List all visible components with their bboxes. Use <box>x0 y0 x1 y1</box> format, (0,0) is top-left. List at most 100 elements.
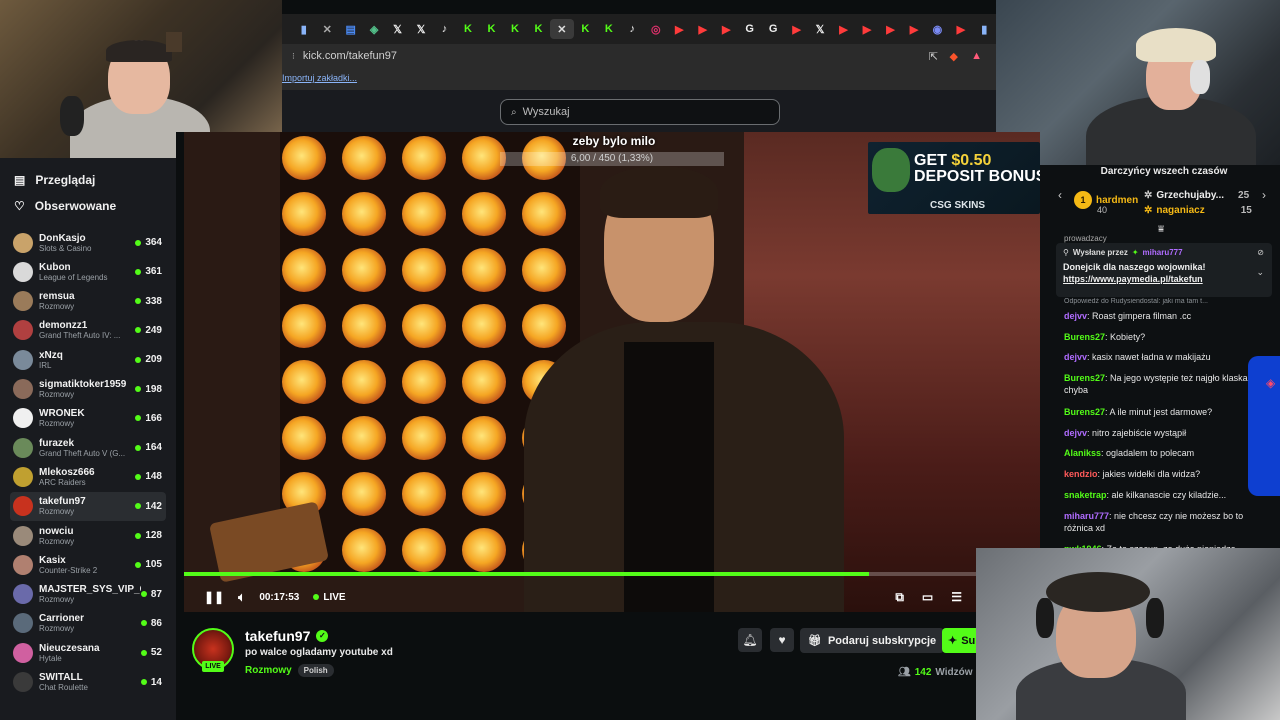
speaker-hair <box>600 166 718 218</box>
tab-active-close-icon[interactable]: ✕ <box>550 19 574 39</box>
leaderboard-title: Darczyńcy wszech czasów <box>1100 166 1228 177</box>
follow-button[interactable]: ♥ <box>770 628 794 652</box>
tab-favicon-youtube-5[interactable]: ▶ <box>832 19 855 39</box>
leaderboard-prev-icon[interactable]: ‹ <box>1058 188 1062 202</box>
tab-favicon-discord[interactable]: ◉ <box>926 19 949 39</box>
tab-favicon-youtube-4[interactable]: ▶ <box>785 19 808 39</box>
chat-username[interactable]: miharu777 <box>1064 511 1109 521</box>
tab-favicon-x-1[interactable]: 𝕏 <box>386 19 409 39</box>
video-player[interactable]: zeby bylo milo 6,00 / 450 (1,33%) GET $0… <box>184 132 1040 612</box>
pinned-link[interactable]: https://www.paymedia.pl/takefun <box>1063 274 1265 284</box>
settings-icon[interactable]: ☰ <box>951 590 962 605</box>
tab-favicon-1[interactable]: ▮ <box>292 19 315 39</box>
sidebar-channel-nieuczesana[interactable]: Nieuczesana Hytale 52 <box>10 638 166 667</box>
brave-shield-icon[interactable]: ◆ <box>950 50 958 63</box>
sidebar-channel-nowciu[interactable]: nowciu Rozmowy 128 <box>10 521 166 550</box>
leaderboard-collapse-icon[interactable]: ⩸ <box>1158 224 1164 235</box>
side-popup[interactable]: ◈ <box>1248 356 1280 496</box>
gift-subs-button[interactable]: 🎁︎ Podaruj subskrypcje <box>800 628 945 653</box>
tab-favicon-4[interactable]: ◈ <box>362 19 385 39</box>
tab-favicon-youtube-7[interactable]: ▶ <box>879 19 902 39</box>
tab-favicon-kick-6[interactable]: K <box>597 19 620 39</box>
tab-favicon-google-1[interactable]: G <box>738 19 761 39</box>
pinned-sender[interactable]: miharu777 <box>1143 248 1183 257</box>
chat-username[interactable]: kendzio <box>1064 469 1098 479</box>
sidebar-channel-kubon[interactable]: Kubon League of Legends 361 <box>10 257 166 286</box>
tab-favicon-kick-5[interactable]: K <box>574 19 597 39</box>
tab-favicon-2[interactable]: ✕ <box>315 19 338 39</box>
streamer-name-row: takefun97 ✓ <box>245 628 329 644</box>
pip-icon[interactable]: ⧉ <box>895 590 904 605</box>
tab-favicon-instagram[interactable]: ◎ <box>644 19 667 39</box>
tab-favicon-3[interactable]: ▤ <box>339 19 362 39</box>
subscribe-button[interactable]: ✦ Su <box>942 628 976 653</box>
heart-filled-icon: ♥ <box>778 633 786 647</box>
sidebar-channel-donkasjo[interactable]: DonKasjo Slots & Casino 364 <box>10 228 166 257</box>
chat-username[interactable]: dejvv <box>1064 428 1087 438</box>
search-input[interactable]: ⌕ Wyszukaj <box>500 99 780 125</box>
streamer-name[interactable]: takefun97 <box>245 628 310 644</box>
language-tag[interactable]: Polish <box>297 664 334 677</box>
stream-category[interactable]: Rozmowy <box>245 665 292 676</box>
site-info-icon[interactable]: ⁝ <box>292 51 295 62</box>
channel-avatar <box>13 525 33 546</box>
tab-favicon-kick-1[interactable]: K <box>456 19 479 39</box>
sidebar-channel-remsua[interactable]: remsua Rozmowy 338 <box>10 287 166 316</box>
leaderboard-next-icon[interactable]: › <box>1262 188 1266 202</box>
sidebar-channel-majster_sys_vip_c[interactable]: MAJSTER_SYS_VIP_C Rozmowy 87 <box>10 580 166 609</box>
tab-favicon-last[interactable]: ▮ <box>973 19 996 39</box>
sidebar-channel-takefun97[interactable]: takefun97 Rozmowy 142 <box>10 491 166 521</box>
chat-username[interactable]: Burens27 <box>1064 332 1105 342</box>
expand-chevron-icon[interactable]: ⌄ <box>1256 267 1264 278</box>
pause-icon[interactable]: ❚❚ <box>204 590 224 604</box>
url-text[interactable]: kick.com/takefun97 <box>303 50 397 62</box>
tab-favicon-kick-3[interactable]: K <box>503 19 526 39</box>
leader-1-name[interactable]: hardmen <box>1096 195 1138 206</box>
tab-favicon-youtube-6[interactable]: ▶ <box>855 19 878 39</box>
sidebar-channel-switall[interactable]: SWITALL Chat Roulette 14 <box>10 668 166 697</box>
sidebar-channel-furazek[interactable]: furazek Grand Theft Auto V (G... 164 <box>10 433 166 462</box>
video-progress-bar[interactable] <box>184 572 1040 576</box>
chat-username[interactable]: snaketrap <box>1064 490 1107 500</box>
nav-browse[interactable]: ▤ Przeglądaj <box>14 173 95 187</box>
import-bookmarks-link[interactable]: Importuj zakładki... <box>282 73 357 83</box>
tab-favicon-youtube-8[interactable]: ▶ <box>902 19 925 39</box>
volume-icon[interactable]: 🔈︎ <box>238 590 245 605</box>
chat-username[interactable]: dejvv <box>1064 352 1087 362</box>
tab-favicon-tiktok-1[interactable]: ♪ <box>433 19 456 39</box>
unpin-icon[interactable]: ⊘ <box>1257 248 1264 257</box>
chat-username[interactable]: Burens27 <box>1064 373 1105 383</box>
channel-viewers: 14 <box>140 677 166 688</box>
tab-favicon-youtube-1[interactable]: ▶ <box>668 19 691 39</box>
notification-bell-button[interactable]: 🔔︎ <box>738 628 762 652</box>
leader-2-name[interactable]: Grzechujaby... <box>1156 190 1224 201</box>
tab-favicon-youtube-9[interactable]: ▶ <box>949 19 972 39</box>
brave-rewards-icon[interactable]: ▲ <box>971 50 982 62</box>
sidebar-channel-kasix[interactable]: Kasix Counter-Strike 2 105 <box>10 550 166 579</box>
tab-favicon-x-3[interactable]: 𝕏 <box>808 19 831 39</box>
chat-username[interactable]: dejvv <box>1064 311 1087 321</box>
address-bar[interactable]: ⁝ kick.com/takefun97 ⇱ ◆ ▲ <box>282 44 996 68</box>
chat-username[interactable]: Alanikss <box>1064 448 1101 458</box>
sidebar-channel-demonzz1[interactable]: demonzz1 Grand Theft Auto IV: ... 249 <box>10 316 166 345</box>
chat-username[interactable]: Burens27 <box>1064 407 1105 417</box>
share-icon[interactable]: ⇱ <box>929 50 938 63</box>
sidebar-channel-wronek[interactable]: WRONEK Rozmowy 166 <box>10 404 166 433</box>
tab-favicon-kick-4[interactable]: K <box>527 19 550 39</box>
live-indicator[interactable]: LIVE <box>313 592 346 603</box>
sidebar-channel-sigmatiktoker1959[interactable]: sigmatiktoker1959 Rozmowy 198 <box>10 375 166 404</box>
tab-favicon-google-2[interactable]: G <box>761 19 784 39</box>
stage-bulb <box>282 304 326 348</box>
sidebar-channel-carrioner[interactable]: Carrioner Rozmowy 86 <box>10 609 166 638</box>
tab-favicon-x-2[interactable]: 𝕏 <box>409 19 432 39</box>
theater-icon[interactable]: ▭ <box>922 590 933 605</box>
leader-3-name[interactable]: naganiacz <box>1156 205 1204 216</box>
tab-favicon-tiktok-2[interactable]: ♪ <box>621 19 644 39</box>
tab-favicon-youtube-3[interactable]: ▶ <box>714 19 737 39</box>
live-dot <box>135 473 142 480</box>
tab-favicon-kick-2[interactable]: K <box>480 19 503 39</box>
sidebar-channel-xnzq[interactable]: xNzq IRL 209 <box>10 345 166 374</box>
tab-favicon-youtube-2[interactable]: ▶ <box>691 19 714 39</box>
sidebar-channel-mlekosz666[interactable]: Mlekosz666 ARC Raiders 148 <box>10 462 166 491</box>
nav-following[interactable]: ♡ Obserwowane <box>14 199 116 213</box>
